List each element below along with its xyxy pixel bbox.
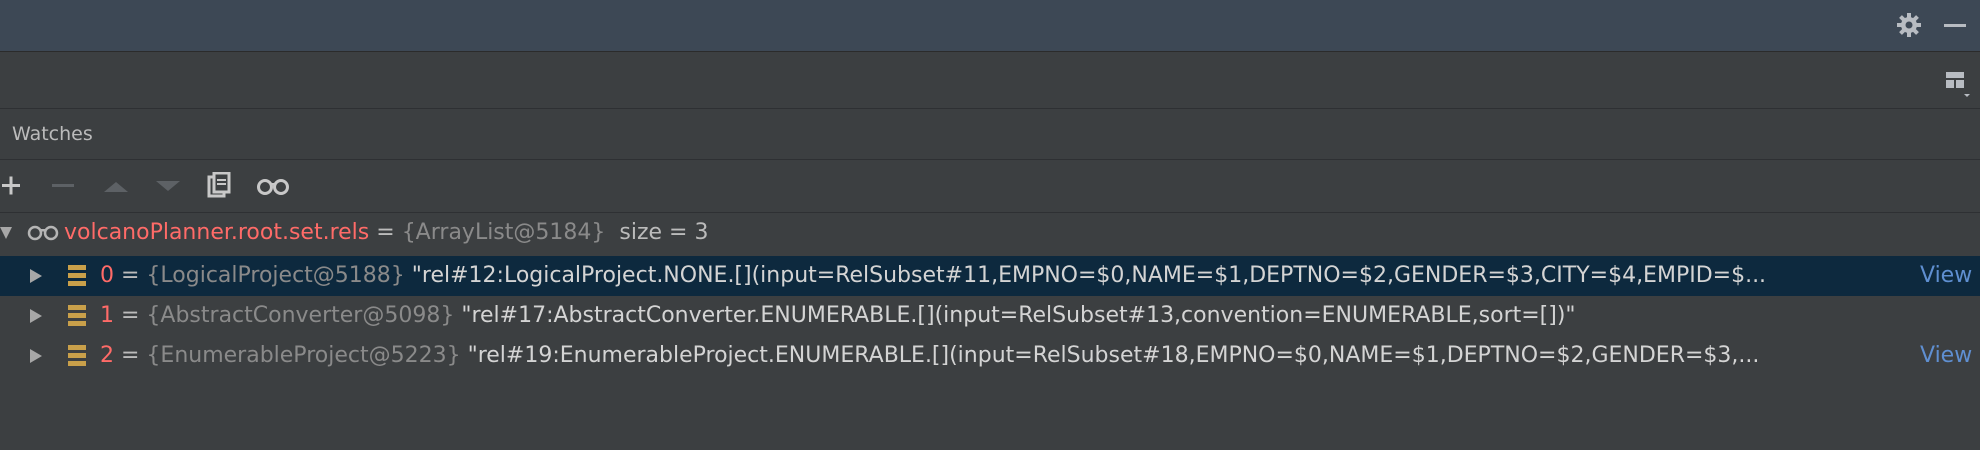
equals-sign: = xyxy=(114,343,147,368)
watch-root-row[interactable]: volcanoPlanner.root.set.rels = {ArrayLis… xyxy=(0,213,1980,253)
object-type: {AbstractConverter@5098} xyxy=(146,303,455,328)
minimize-icon[interactable] xyxy=(1944,24,1966,27)
watches-header: Watches xyxy=(0,109,1980,160)
watches-toolbar xyxy=(0,160,1980,213)
item-index: 2 xyxy=(100,343,114,368)
minus-icon[interactable] xyxy=(50,172,78,200)
object-type: {ArrayList@5184} xyxy=(401,220,606,245)
item-index: 0 xyxy=(100,263,114,288)
collapse-arrow-icon[interactable] xyxy=(0,225,16,241)
gear-icon[interactable] xyxy=(1896,12,1922,38)
watch-glasses-icon xyxy=(27,225,59,241)
view-link[interactable]: View xyxy=(1920,343,1972,369)
expand-arrow-icon[interactable] xyxy=(28,348,44,364)
equals-sign: = xyxy=(369,220,402,245)
expand-arrow-icon[interactable] xyxy=(28,268,44,284)
object-value: "rel#19:EnumerableProject.ENUMERABLE.[](… xyxy=(467,343,1760,368)
object-value: "rel#12:LogicalProject.NONE.[](input=Rel… xyxy=(411,263,1767,288)
list-item-0[interactable]: 0 = {LogicalProject@5188} "rel#12:Logica… xyxy=(0,256,1980,296)
view-link[interactable]: View xyxy=(1920,263,1972,289)
array-element-icon xyxy=(68,305,86,326)
glasses-icon[interactable] xyxy=(256,172,290,200)
watches-title: Watches xyxy=(12,123,93,145)
equals-sign: = xyxy=(114,263,147,288)
plus-icon[interactable] xyxy=(0,172,28,200)
move-up-icon[interactable] xyxy=(102,172,130,200)
list-item-2[interactable]: 2 = {EnumerableProject@5223} "rel#19:Enu… xyxy=(0,336,1980,376)
move-down-icon[interactable] xyxy=(154,172,182,200)
expand-arrow-icon[interactable] xyxy=(28,308,44,324)
layout-icon[interactable] xyxy=(1944,70,1972,98)
watch-expression: volcanoPlanner.root.set.rels xyxy=(64,220,370,245)
equals-sign: = xyxy=(114,303,147,328)
object-type: {EnumerableProject@5223} xyxy=(146,343,461,368)
collection-size: size = 3 xyxy=(619,220,709,245)
array-element-icon xyxy=(68,345,86,366)
object-type: {LogicalProject@5188} xyxy=(146,263,405,288)
debug-panel-header xyxy=(0,0,1980,52)
copy-icon[interactable] xyxy=(206,172,234,200)
item-index: 1 xyxy=(100,303,114,328)
object-value: "rel#17:AbstractConverter.ENUMERABLE.[](… xyxy=(461,303,1576,328)
debug-toolbar xyxy=(0,52,1980,109)
array-element-icon xyxy=(68,265,86,286)
list-item-1[interactable]: 1 = {AbstractConverter@5098} "rel#17:Abs… xyxy=(0,296,1980,336)
